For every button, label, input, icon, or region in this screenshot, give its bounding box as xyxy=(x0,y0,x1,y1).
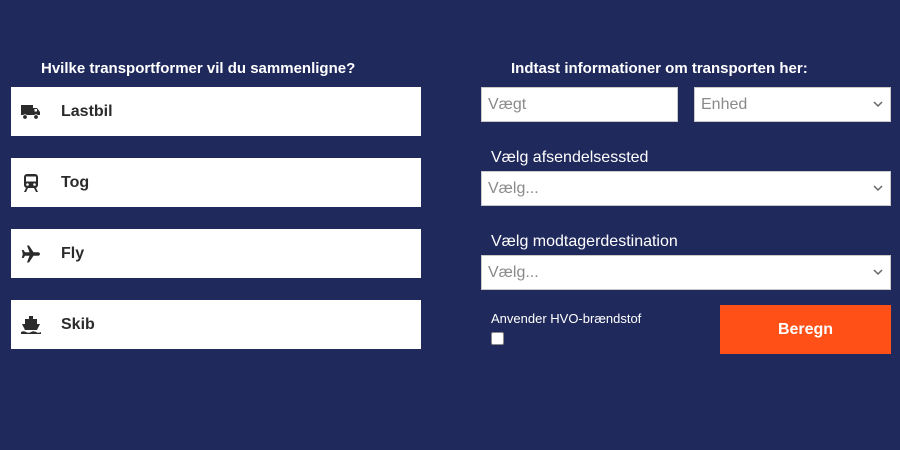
hvo-checkbox[interactable] xyxy=(491,332,504,345)
chevron-down-icon xyxy=(873,101,883,108)
ship-icon xyxy=(21,315,41,335)
chevron-down-icon xyxy=(873,269,883,276)
weight-input[interactable] xyxy=(488,95,677,114)
mode-label: Skib xyxy=(61,315,95,333)
right-heading: Indtast informationer om transporten her… xyxy=(511,60,808,77)
mode-label: Fly xyxy=(61,244,85,262)
weight-input-wrapper xyxy=(481,87,678,122)
origin-select[interactable]: Vælg... xyxy=(481,171,891,206)
mode-option-tog[interactable]: Tog xyxy=(11,158,421,207)
destination-label: Vælg modtagerdestination xyxy=(491,233,678,250)
truck-icon xyxy=(21,102,41,122)
destination-select[interactable]: Vælg... xyxy=(481,255,891,290)
mode-option-fly[interactable]: Fly xyxy=(11,229,421,278)
left-heading: Hvilke transportformer vil du sammenlign… xyxy=(41,60,356,77)
mode-label: Lastbil xyxy=(61,102,113,120)
airplane-icon xyxy=(21,244,41,264)
train-icon xyxy=(21,173,41,193)
origin-label: Vælg afsendelsessted xyxy=(491,149,649,166)
hvo-label: Anvender HVO-brændstof xyxy=(491,311,642,326)
destination-select-value: Vælg... xyxy=(488,263,539,281)
chevron-down-icon xyxy=(873,185,883,192)
unit-select[interactable]: Enhed xyxy=(694,87,891,122)
unit-select-value: Enhed xyxy=(701,95,748,113)
mode-label: Tog xyxy=(61,173,90,191)
mode-option-lastbil[interactable]: Lastbil xyxy=(11,87,421,136)
origin-select-value: Vælg... xyxy=(488,179,539,197)
mode-option-skib[interactable]: Skib xyxy=(11,300,421,349)
calculate-button[interactable]: Beregn xyxy=(720,305,891,354)
